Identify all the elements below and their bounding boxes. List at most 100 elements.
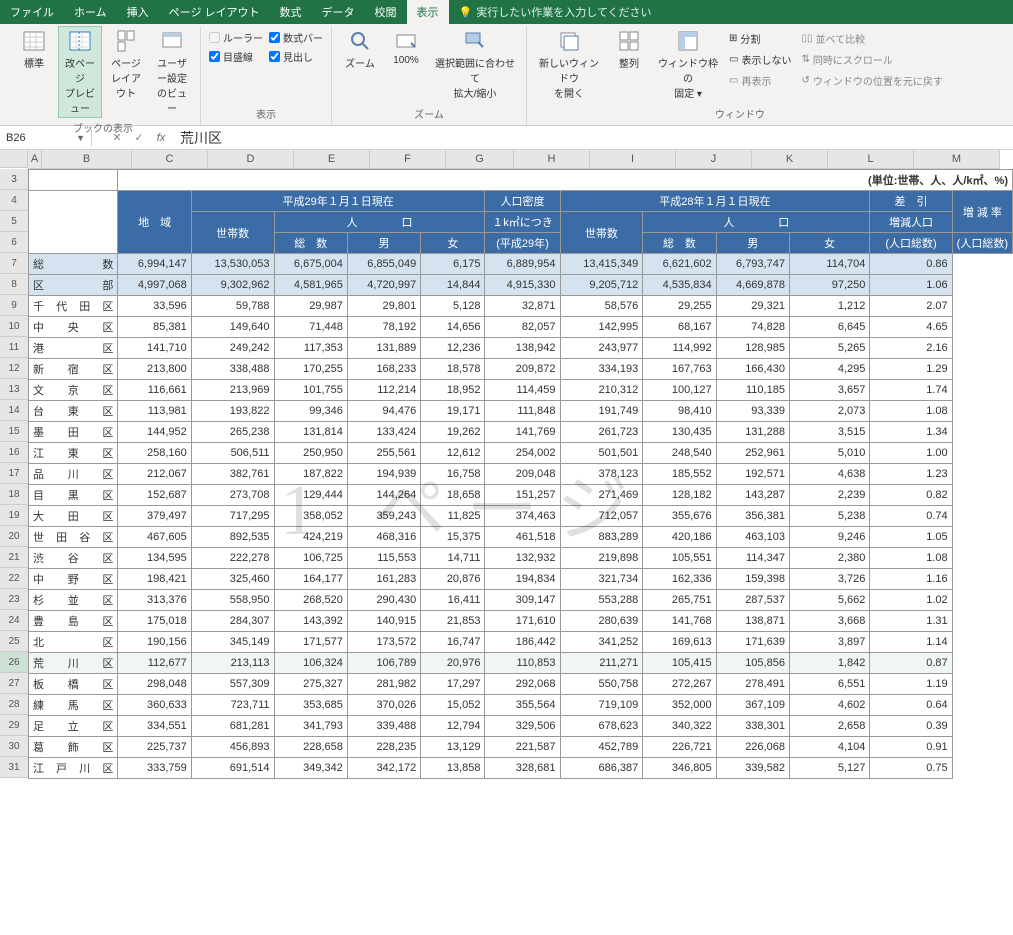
row-header[interactable]: 8 — [0, 274, 28, 295]
chk-formulabar[interactable]: 数式バー — [269, 30, 323, 45]
table-row[interactable]: 千 代 田 区33,59659,78829,98729,8015,12832,8… — [29, 296, 1013, 317]
reset-position-button[interactable]: ↺ウィンドウの位置を元に戻す — [799, 72, 944, 89]
row-header[interactable]: 30 — [0, 736, 28, 757]
row-header[interactable]: 22 — [0, 568, 28, 589]
tab-formulas[interactable]: 数式 — [270, 0, 312, 24]
row-header[interactable]: 19 — [0, 505, 28, 526]
row-headers[interactable]: 3456789101112131415161718192021222324252… — [0, 169, 28, 779]
tab-home[interactable]: ホーム — [64, 0, 117, 24]
chk-headings[interactable]: 見出し — [269, 49, 323, 64]
row-header[interactable]: 18 — [0, 484, 28, 505]
table-row[interactable]: 江 東 区258,160506,511250,950255,56112,6122… — [29, 443, 1013, 464]
table-row[interactable]: 大 田 区379,497717,295358,052359,24311,8253… — [29, 506, 1013, 527]
fx-icon[interactable]: fx — [150, 132, 172, 144]
row-header[interactable]: 5 — [0, 211, 28, 232]
table-row[interactable]: 新 宿 区213,800338,488170,255168,23318,5782… — [29, 359, 1013, 380]
row-header[interactable]: 31 — [0, 757, 28, 778]
row-header[interactable]: 3 — [0, 169, 28, 190]
table-row[interactable]: 豊 島 区175,018284,307143,392140,91521,8531… — [29, 611, 1013, 632]
zoom-100-button[interactable]: 100% — [384, 26, 428, 69]
table-row[interactable]: 墨 田 区144,952265,238131,814133,42419,2621… — [29, 422, 1013, 443]
select-all-corner[interactable] — [0, 150, 28, 168]
cancel-icon[interactable]: ✕ — [106, 131, 128, 144]
row-header[interactable]: 7 — [0, 253, 28, 274]
row-header[interactable]: 20 — [0, 526, 28, 547]
row-header[interactable]: 25 — [0, 631, 28, 652]
chk-gridlines[interactable]: 目盛線 — [209, 49, 263, 64]
table-row[interactable]: 港 区141,710249,242117,353131,88912,236138… — [29, 338, 1013, 359]
table-row[interactable]: 練 馬 区360,633723,711353,685370,02615,0523… — [29, 695, 1013, 716]
tell-me-search[interactable]: 💡 実行したい作業を入力してください — [449, 0, 662, 24]
arrange-button[interactable]: 整列 — [607, 26, 651, 73]
col-header[interactable]: I — [590, 150, 676, 168]
tab-file[interactable]: ファイル — [0, 0, 64, 24]
sync-scroll-button[interactable]: ⇅同時にスクロール — [799, 51, 944, 68]
row-header[interactable]: 10 — [0, 316, 28, 337]
view-normal-button[interactable]: 標準 — [12, 26, 56, 73]
zoom-selection-button[interactable]: 選択範囲に合わせて 拡大/縮小 — [430, 26, 520, 103]
data-table[interactable]: (単位:世帯、人、人/k㎡、%) 地 域 平成29年１月１日現在 人口密度 平成… — [28, 169, 1013, 779]
split-button[interactable]: ⊞分割 — [727, 30, 793, 47]
table-row[interactable]: 台 東 区113,981193,82299,34694,47619,171111… — [29, 401, 1013, 422]
col-header[interactable]: M — [914, 150, 1000, 168]
row-header[interactable]: 9 — [0, 295, 28, 316]
col-header[interactable]: F — [370, 150, 446, 168]
row-header[interactable]: 17 — [0, 463, 28, 484]
accept-icon[interactable]: ✓ — [128, 131, 150, 144]
table-row[interactable]: 区 部4,997,0689,302,9624,581,9654,720,9971… — [29, 275, 1013, 296]
row-header[interactable]: 26 — [0, 652, 28, 673]
table-row[interactable]: 中 野 区198,421325,460164,177161,28320,8761… — [29, 569, 1013, 590]
row-header[interactable]: 21 — [0, 547, 28, 568]
row-header[interactable]: 24 — [0, 610, 28, 631]
row-header[interactable]: 6 — [0, 232, 28, 253]
table-row[interactable]: 葛 飾 区225,737456,893228,658228,23513,1292… — [29, 737, 1013, 758]
row-header[interactable]: 23 — [0, 589, 28, 610]
row-header[interactable]: 12 — [0, 358, 28, 379]
row-header[interactable]: 13 — [0, 379, 28, 400]
table-row[interactable]: 品 川 区212,067382,761187,822194,93916,7582… — [29, 464, 1013, 485]
unhide-button[interactable]: ▭再表示 — [727, 72, 793, 89]
table-row[interactable]: 北 区190,156345,149171,577173,57216,747186… — [29, 632, 1013, 653]
table-row[interactable]: 中 央 区85,381149,64071,44878,19214,65682,0… — [29, 317, 1013, 338]
col-header[interactable]: C — [132, 150, 208, 168]
table-row[interactable]: 江 戸 川 区333,759691,514349,342342,17213,85… — [29, 758, 1013, 779]
row-header[interactable]: 11 — [0, 337, 28, 358]
hide-button[interactable]: ▭表示しない — [727, 51, 793, 68]
table-row[interactable]: 足 立 区334,551681,281341,793339,48812,7943… — [29, 716, 1013, 737]
col-header[interactable]: L — [828, 150, 914, 168]
tab-review[interactable]: 校閲 — [365, 0, 407, 24]
table-row[interactable]: 文 京 区116,661213,969101,755112,21418,9521… — [29, 380, 1013, 401]
chk-ruler[interactable]: ルーラー — [209, 30, 263, 45]
row-header[interactable]: 16 — [0, 442, 28, 463]
col-header[interactable]: B — [42, 150, 132, 168]
column-headers[interactable]: ABCDEFGHIJKLM — [28, 150, 1000, 169]
side-by-side-button[interactable]: ▯▯並べて比較 — [799, 30, 944, 47]
table-row[interactable]: 板 橋 区298,048557,309275,327281,98217,2972… — [29, 674, 1013, 695]
formula-input[interactable]: 荒川区 — [172, 126, 1013, 150]
table-row[interactable]: 世 田 谷 区467,605892,535424,219468,31615,37… — [29, 527, 1013, 548]
table-row[interactable]: 総 数6,994,14713,530,0536,675,0046,855,049… — [29, 254, 1013, 275]
tab-view[interactable]: 表示 — [407, 0, 449, 24]
tab-pagelayout[interactable]: ページ レイアウト — [159, 0, 270, 24]
col-header[interactable]: D — [208, 150, 294, 168]
row-header[interactable]: 29 — [0, 715, 28, 736]
view-pagebreak-button[interactable]: 改ページ プレビュー — [58, 26, 102, 118]
view-custom-button[interactable]: ユーザー設定 のビュー — [150, 26, 194, 118]
row-header[interactable]: 15 — [0, 421, 28, 442]
table-row[interactable]: 荒 川 区112,677213,113106,324106,78920,9761… — [29, 653, 1013, 674]
col-header[interactable]: K — [752, 150, 828, 168]
col-header[interactable]: A — [28, 150, 42, 168]
col-header[interactable]: H — [514, 150, 590, 168]
view-pagelayout-button[interactable]: ページ レイアウト — [104, 26, 148, 103]
tab-data[interactable]: データ — [312, 0, 365, 24]
new-window-button[interactable]: 新しいウィンドウ を開く — [533, 26, 605, 103]
row-header[interactable]: 28 — [0, 694, 28, 715]
table-row[interactable]: 杉 並 区313,376558,950268,520290,43016,4113… — [29, 590, 1013, 611]
tab-insert[interactable]: 挿入 — [117, 0, 159, 24]
col-header[interactable]: E — [294, 150, 370, 168]
row-header[interactable]: 27 — [0, 673, 28, 694]
name-box[interactable]: B26 ▼ — [0, 130, 92, 146]
row-header[interactable]: 14 — [0, 400, 28, 421]
col-header[interactable]: J — [676, 150, 752, 168]
table-row[interactable]: 目 黒 区152,687273,708129,444144,26418,6581… — [29, 485, 1013, 506]
